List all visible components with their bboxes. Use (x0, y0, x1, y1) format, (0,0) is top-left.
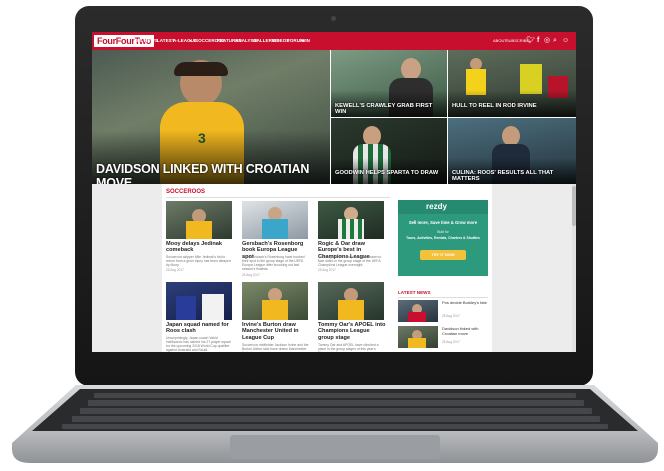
nav-link-about[interactable]: ABOUT (493, 37, 507, 45)
hero-tile-headline[interactable]: GOODWIN HELPS SPARTA TO DRAW (335, 170, 443, 176)
latest-item-date: 25 Aug 2017 (442, 314, 460, 318)
section-title[interactable]: SOCCEROOS (166, 189, 205, 195)
article-title[interactable]: Irvine's Burton draw Manchester United i… (242, 322, 310, 341)
thumb-person-body (408, 338, 426, 348)
article-excerpt: Socceroos skipper Mile Jedinak's bid to … (166, 255, 231, 267)
tile-person-head (363, 126, 381, 146)
thumb-person-body (338, 219, 364, 239)
latest-item-title[interactable]: Pos decide Burkley's fate (442, 300, 488, 306)
ad-subtitle: Built for (437, 230, 449, 234)
thumb-person-body (262, 219, 288, 239)
nav-item-a-league[interactable]: A-LEAGUE (173, 37, 197, 45)
article-thumbnail[interactable] (318, 282, 384, 320)
ad-cta-button[interactable]: TRY IT NOW (420, 250, 466, 260)
instagram-icon[interactable]: ◎ (544, 36, 550, 45)
top-navigation-bar: FourFourTwo EPL NEWS LATEST A-LEAGUE ▼ S… (92, 32, 576, 50)
chevron-down-icon: ▼ (189, 39, 193, 43)
nav-item-latest[interactable]: LATEST (157, 37, 175, 45)
search-icon[interactable]: ⌕ (553, 36, 557, 45)
article-excerpt: Tommy Oar and APOEL have clinched a plac… (318, 343, 379, 352)
article-title[interactable]: Tommy Oar's APOEL into Champions League … (318, 322, 386, 341)
latest-item-title[interactable]: Davidson linked with Croatian move (442, 326, 488, 337)
article-thumbnail[interactable] (242, 201, 308, 239)
article-thumbnail[interactable] (166, 201, 232, 239)
scrollbar-thumb[interactable] (572, 186, 576, 226)
hero-player-hair (174, 62, 228, 76)
latest-thumbnail[interactable] (398, 326, 438, 348)
thumb-person-body (176, 296, 196, 320)
nav-item-epl[interactable]: EPL (134, 37, 143, 45)
article-excerpt: Unsurprisingly, Japan coach Vahid Halilh… (166, 336, 231, 352)
nav-item-news[interactable]: NEWS (144, 37, 158, 45)
thumb-person-body (408, 312, 426, 322)
article-date: 25 Aug 2017 (166, 268, 184, 272)
nav-item-win[interactable]: WIN (301, 37, 310, 45)
hero-tile-hull[interactable]: HULL TO REEL IN ROD IRVINE (448, 50, 576, 117)
tile-person-head (502, 126, 520, 146)
user-icon[interactable]: ☺ (562, 36, 569, 45)
laptop-screen: FourFourTwo EPL NEWS LATEST A-LEAGUE ▼ S… (92, 32, 576, 352)
ad-brand: rezdy (426, 202, 447, 211)
laptop-keyboard-base (12, 385, 658, 463)
thumb-person-body (186, 221, 212, 239)
article-excerpt: Tom Rogic and Tommy Oar were drawn to fa… (318, 255, 382, 267)
ad-products: Tours, Activities, Rentals, Charters & S… (406, 236, 480, 240)
hero-tile-headline[interactable]: HULL TO REEL IN ROD IRVINE (452, 103, 572, 109)
article-title[interactable]: Mooy delays Jedinak comeback (166, 241, 234, 254)
article-excerpt: Socceroos midfielder Jackson Irvine and … (242, 343, 309, 352)
article-thumbnail[interactable] (242, 282, 308, 320)
article-thumbnail[interactable] (318, 201, 384, 239)
hero-main-story[interactable]: 3 DAVIDSON LINKED WITH CROATIAN MOVE (92, 50, 330, 184)
hero-tile-culina[interactable]: CULINA: ROOS' RESULTS ALL THAT MATTERS (448, 118, 576, 184)
hero-tile-headline[interactable]: CULINA: ROOS' RESULTS ALL THAT MATTERS (452, 170, 572, 182)
article-title[interactable]: Japan squad named for Roos clash (166, 322, 234, 335)
article-thumbnail[interactable] (166, 282, 232, 320)
rezdy-advertisement[interactable]: rezdy Sell more, Save time & Grow more B… (398, 200, 488, 276)
hero-tile-headline[interactable]: KEWELL'S CRAWLEY GRAB FIRST WIN (335, 103, 443, 115)
twitter-icon[interactable]: 🐦︎ (526, 36, 535, 45)
facebook-icon[interactable]: f (537, 36, 539, 45)
article-excerpt: Alex Gersbach's Rosenborg have booked th… (242, 255, 305, 271)
thumb-person-body (338, 300, 364, 320)
webcam-icon (331, 16, 336, 21)
thumb-person-body (202, 294, 224, 320)
latest-thumbnail[interactable] (398, 300, 438, 322)
hero-headline[interactable]: DAVIDSON LINKED WITH CROATIAN MOVE (96, 162, 326, 184)
latest-item-date: 25 Aug 2017 (442, 340, 460, 344)
hero-tile-kewell[interactable]: KEWELL'S CRAWLEY GRAB FIRST WIN (331, 50, 447, 117)
hero-tile-goodwin[interactable]: GOODWIN HELPS SPARTA TO DRAW (331, 118, 447, 184)
latest-news-title[interactable]: LATEST NEWS (398, 290, 431, 295)
article-date: 25 Aug 2017 (318, 268, 336, 272)
tile-person-head (401, 58, 421, 80)
ad-tagline: Sell more, Save time & Grow more (408, 220, 478, 225)
article-date: 25 Aug 2017 (242, 273, 260, 277)
thumb-person-body (262, 300, 288, 320)
section-divider (166, 197, 390, 198)
latest-divider (398, 297, 488, 298)
